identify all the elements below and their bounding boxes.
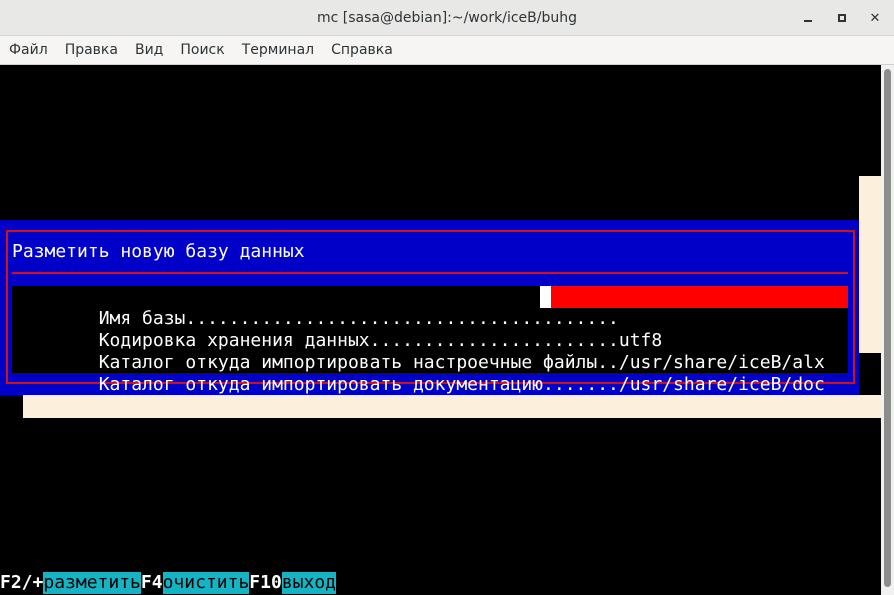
field-db-name[interactable]: Имя базы................................… bbox=[12, 286, 619, 329]
window-title: mc [sasa@debian]:~/work/iceB/buhg bbox=[317, 10, 577, 26]
key-f10[interactable]: F10 bbox=[249, 572, 282, 594]
key-f2[interactable]: F2/+ bbox=[0, 572, 43, 594]
dialog-shadow-bottom bbox=[23, 395, 881, 418]
action-mark-button[interactable]: разметить bbox=[43, 572, 141, 594]
menu-view[interactable]: Вид bbox=[135, 36, 163, 65]
field-docs-dir[interactable]: Каталог откуда импортировать документаци… bbox=[12, 352, 825, 395]
function-key-bar: F2/+ разметить F4 очистить F10 выход bbox=[0, 572, 336, 594]
new-database-dialog: Разметить новую базу данных Имя базы....… bbox=[0, 220, 859, 395]
menu-terminal[interactable]: Терминал bbox=[242, 36, 314, 65]
menu-file[interactable]: Файл bbox=[9, 36, 48, 65]
action-clear-button[interactable]: очистить bbox=[162, 572, 250, 594]
close-button[interactable]: ✕ bbox=[864, 8, 886, 28]
dialog-shadow bbox=[859, 176, 881, 353]
dialog-title: Разметить новую базу данных bbox=[12, 241, 305, 262]
dialog-separator bbox=[12, 272, 848, 274]
maximize-button[interactable] bbox=[831, 8, 853, 28]
window-titlebar: mc [sasa@debian]:~/work/iceB/buhg ✕ bbox=[0, 0, 894, 36]
menu-help[interactable]: Справка bbox=[331, 36, 393, 65]
menu-search[interactable]: Поиск bbox=[180, 36, 224, 65]
terminal-area[interactable]: Разметить новую базу данных Имя базы....… bbox=[0, 65, 881, 595]
scrollbar-thumb[interactable] bbox=[884, 69, 891, 587]
field-encoding[interactable]: Кодировка хранения данных...............… bbox=[12, 308, 663, 351]
close-icon: ✕ bbox=[869, 10, 881, 26]
minimize-button[interactable] bbox=[797, 8, 819, 28]
field-settings-dir[interactable]: Каталог откуда импортировать настроечные… bbox=[12, 330, 825, 373]
field-value: /usr/share/iceB/doc bbox=[618, 374, 825, 395]
text-cursor bbox=[540, 286, 551, 308]
terminal-scrollbar[interactable] bbox=[881, 65, 894, 595]
menu-bar: Файл Правка Вид Поиск Терминал Справка bbox=[0, 36, 894, 65]
maximize-icon bbox=[838, 14, 846, 22]
menu-edit[interactable]: Правка bbox=[65, 36, 118, 65]
minimize-icon bbox=[804, 20, 812, 22]
db-name-input[interactable] bbox=[551, 286, 848, 308]
action-exit-button[interactable]: выход bbox=[281, 572, 336, 594]
field-label: Каталог откуда импортировать документаци… bbox=[98, 374, 619, 395]
key-f4[interactable]: F4 bbox=[141, 572, 163, 594]
dialog-fields: Имя базы................................… bbox=[12, 286, 848, 395]
